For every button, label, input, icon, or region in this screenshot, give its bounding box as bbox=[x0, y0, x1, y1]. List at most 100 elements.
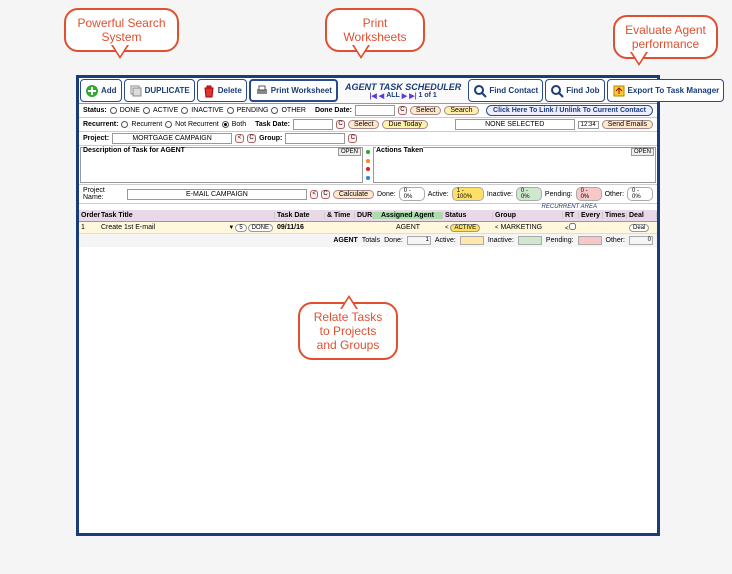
search-button[interactable]: Search bbox=[444, 106, 478, 115]
select-done-date[interactable]: Select bbox=[410, 106, 441, 115]
clear-task-date[interactable]: C bbox=[336, 120, 345, 129]
clear-proj-name[interactable]: < bbox=[310, 190, 318, 199]
cell-date: 09/11/16 bbox=[275, 224, 325, 231]
totals-label: Totals bbox=[362, 237, 380, 244]
actions-label: Actions Taken bbox=[376, 147, 423, 154]
status-other-radio[interactable] bbox=[271, 107, 278, 114]
clear-done-date[interactable]: C bbox=[398, 106, 407, 115]
select-task-date[interactable]: Select bbox=[348, 120, 379, 129]
description-row: Description of Task for AGENT OPEN Actio… bbox=[79, 146, 657, 184]
cell-rt[interactable]: < bbox=[563, 223, 579, 232]
status-dots bbox=[364, 146, 372, 184]
task-description-box[interactable]: Description of Task for AGENT OPEN bbox=[80, 147, 363, 183]
print-worksheet-button[interactable]: Print Worksheet bbox=[249, 79, 338, 102]
col-every[interactable]: Every bbox=[579, 212, 603, 219]
callout-print: Print Worksheets bbox=[325, 8, 425, 52]
open-desc[interactable]: OPEN bbox=[338, 148, 361, 156]
stat-pending-value: 0 - 0% bbox=[576, 187, 602, 201]
next-icon[interactable]: ▶ bbox=[402, 92, 407, 100]
contact-field[interactable] bbox=[455, 119, 575, 130]
col-group[interactable]: Group bbox=[493, 212, 563, 219]
due-today-button[interactable]: Due Today bbox=[382, 120, 427, 129]
totals-inactive bbox=[518, 236, 542, 245]
link-notice[interactable]: Click Here To Link / Unlink To Current C… bbox=[486, 105, 653, 116]
find-contact-button[interactable]: Find Contact bbox=[468, 79, 543, 102]
magnifier-icon bbox=[473, 84, 487, 98]
status-pending-radio[interactable] bbox=[227, 107, 234, 114]
filter-row-2: Recurrent: Recurrent Not Recurrent Both … bbox=[79, 118, 657, 132]
group-filter[interactable] bbox=[285, 133, 345, 144]
done-date-input[interactable] bbox=[355, 105, 395, 116]
col-date[interactable]: Task Date bbox=[275, 212, 325, 219]
project-stats-row: Project Name: < C Calculate Done: 0 - 0%… bbox=[79, 184, 657, 204]
col-agent[interactable]: Assigned Agent bbox=[373, 212, 443, 219]
stat-active-label: Active: bbox=[428, 191, 449, 198]
col-rt[interactable]: RT bbox=[563, 212, 579, 219]
stat-active-value: 1 - 100% bbox=[452, 187, 484, 201]
col-order[interactable]: Order bbox=[79, 212, 99, 219]
task-table-header: Order Task Title Task Date & Time DUR As… bbox=[79, 210, 657, 222]
callout-eval: Evaluate Agent performance bbox=[613, 15, 718, 59]
delete-button[interactable]: Delete bbox=[197, 79, 247, 102]
actions-taken-box[interactable]: Actions Taken OPEN bbox=[373, 147, 656, 183]
table-row[interactable]: 1 Create 1st E-mail ▼ 5 DONE 09/11/16 AG… bbox=[79, 222, 657, 234]
task-date-input[interactable] bbox=[293, 119, 333, 130]
printer-icon bbox=[255, 84, 269, 98]
duplicate-icon bbox=[129, 84, 143, 98]
dot-blue-icon bbox=[366, 176, 370, 180]
open-actions[interactable]: OPEN bbox=[631, 148, 654, 156]
project-name-label: Project Name: bbox=[83, 187, 124, 201]
col-times[interactable]: Times bbox=[603, 212, 627, 219]
prev-icon[interactable]: ◀ bbox=[379, 92, 384, 100]
col-time[interactable]: & Time bbox=[325, 212, 355, 219]
last-icon[interactable]: ▶| bbox=[409, 92, 416, 100]
status-done-radio[interactable] bbox=[110, 107, 117, 114]
record-pager[interactable]: |◀ ◀ ALL ▶ ▶| 1 of 1 bbox=[369, 92, 436, 100]
totals-done-label: Done: bbox=[384, 237, 403, 244]
pager-all[interactable]: ALL bbox=[386, 92, 400, 99]
duplicate-button[interactable]: DUPLICATE bbox=[124, 79, 195, 102]
both-radio[interactable] bbox=[222, 121, 229, 128]
send-emails-button[interactable]: Send Emails bbox=[602, 120, 653, 129]
col-act[interactable]: Deal bbox=[627, 212, 657, 219]
app-title-block: AGENT TASK SCHEDULER |◀ ◀ ALL ▶ ▶| 1 of … bbox=[339, 78, 467, 103]
clear-project-2[interactable]: C bbox=[247, 134, 256, 143]
arrow-icon[interactable]: ▼ bbox=[228, 225, 234, 231]
cell-order: 1 bbox=[79, 224, 99, 231]
totals-other: 0 bbox=[629, 236, 653, 245]
desc-label: Description of Task for AGENT bbox=[83, 147, 185, 154]
export-icon bbox=[612, 84, 626, 98]
calculate-button[interactable]: Calculate bbox=[333, 190, 374, 199]
recurrent-radio[interactable] bbox=[121, 121, 128, 128]
status-inactive-radio[interactable] bbox=[181, 107, 188, 114]
filter-row-3: Project: < C Group: C bbox=[79, 132, 657, 146]
totals-pending bbox=[578, 236, 602, 245]
clear-project[interactable]: < bbox=[235, 134, 244, 143]
clear-group[interactable]: C bbox=[348, 134, 357, 143]
cell-status-chip: DONE bbox=[248, 224, 273, 232]
totals-active bbox=[460, 236, 484, 245]
col-status[interactable]: Status bbox=[443, 212, 493, 219]
col-dur[interactable]: DUR bbox=[355, 212, 373, 219]
task-date-label: Task Date: bbox=[255, 121, 290, 128]
trash-icon bbox=[202, 84, 216, 98]
app-title: AGENT TASK SCHEDULER bbox=[345, 82, 461, 92]
cell-n: 5 bbox=[235, 224, 246, 232]
first-icon[interactable]: |◀ bbox=[369, 92, 376, 100]
not-recurrent-radio[interactable] bbox=[165, 121, 172, 128]
dot-green-icon bbox=[366, 150, 370, 154]
project-name-input[interactable] bbox=[127, 189, 307, 200]
find-job-button[interactable]: Find Job bbox=[545, 79, 604, 102]
export-button[interactable]: Export To Task Manager bbox=[607, 79, 725, 102]
proj-c[interactable]: C bbox=[321, 190, 329, 199]
dot-red-icon bbox=[366, 167, 370, 171]
status-active-radio[interactable] bbox=[143, 107, 150, 114]
stat-inactive-label: Inactive: bbox=[487, 191, 513, 198]
add-button[interactable]: Add bbox=[80, 79, 122, 102]
cell-deal[interactable]: Deal bbox=[627, 224, 657, 231]
recurrent-label: Recurrent: bbox=[83, 121, 118, 128]
col-title[interactable]: Task Title bbox=[99, 212, 275, 219]
stat-done-value: 0 - 0% bbox=[399, 187, 425, 201]
callout-search: Powerful Search System bbox=[64, 8, 179, 52]
project-filter[interactable] bbox=[112, 133, 232, 144]
